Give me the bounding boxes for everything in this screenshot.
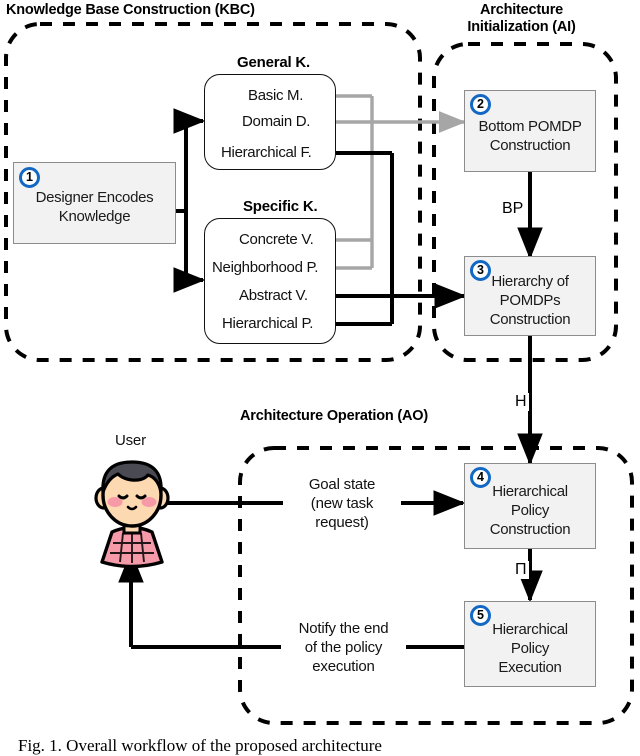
step-badge-5: 5	[470, 605, 491, 626]
knowledge-item-domain-d: Domain D.	[242, 113, 311, 130]
step-badge-3: 3	[470, 260, 491, 281]
figure-canvas: Knowledge Base Construction (KBC) Archit…	[0, 0, 640, 755]
process-label-5: Hierarchical Policy Execution	[492, 621, 568, 676]
user-label: User	[115, 432, 146, 449]
connector-designer-to-knowledge	[173, 108, 206, 293]
region-title-ao: Architecture Operation (AO)	[240, 408, 428, 424]
region-title-ai: Architecture Initialization (AI)	[467, 2, 576, 35]
knowledge-item-hierarchical-p: Hierarchical P.	[222, 315, 314, 332]
step-badge-4: 4	[470, 467, 491, 488]
region-title-kbc: Knowledge Base Construction (KBC)	[6, 2, 255, 18]
edge-label-goal-state: Goal state (new task request)	[283, 475, 401, 532]
process-label-2: Bottom POMDP Construction	[478, 117, 582, 154]
connector-gray-knowledge-to-bottom-pomdp	[336, 94, 467, 270]
knowledge-item-abstract-v: Abstract V.	[239, 287, 308, 304]
knowledge-item-basic-m: Basic M.	[248, 87, 304, 104]
figure-caption: Fig. 1. Overall workflow of the proposed…	[18, 736, 382, 755]
user-avatar	[94, 460, 170, 569]
process-label-3: Hierarchy of POMDPs Construction	[489, 273, 571, 328]
group-label-specific-k: Specific K.	[243, 198, 318, 215]
edge-label-pi: Π	[513, 561, 529, 579]
step-badge-2: 2	[470, 94, 491, 115]
group-label-general-k: General K.	[237, 54, 311, 71]
edge-label-bp: BP	[500, 200, 526, 218]
step-badge-1: 1	[19, 167, 40, 188]
process-label-4: Hierarchical Policy Construction	[489, 483, 571, 538]
process-label-1: Designer Encodes Knowledge	[35, 189, 154, 225]
edge-label-notify: Notify the end of the policy execution	[281, 619, 406, 676]
edge-label-h: H	[513, 393, 529, 411]
knowledge-item-hierarchical-f: Hierarchical F.	[221, 144, 312, 161]
knowledge-item-neighborhood-p: Neighborhood P.	[212, 259, 319, 276]
knowledge-item-concrete-v: Concrete V.	[239, 231, 314, 248]
